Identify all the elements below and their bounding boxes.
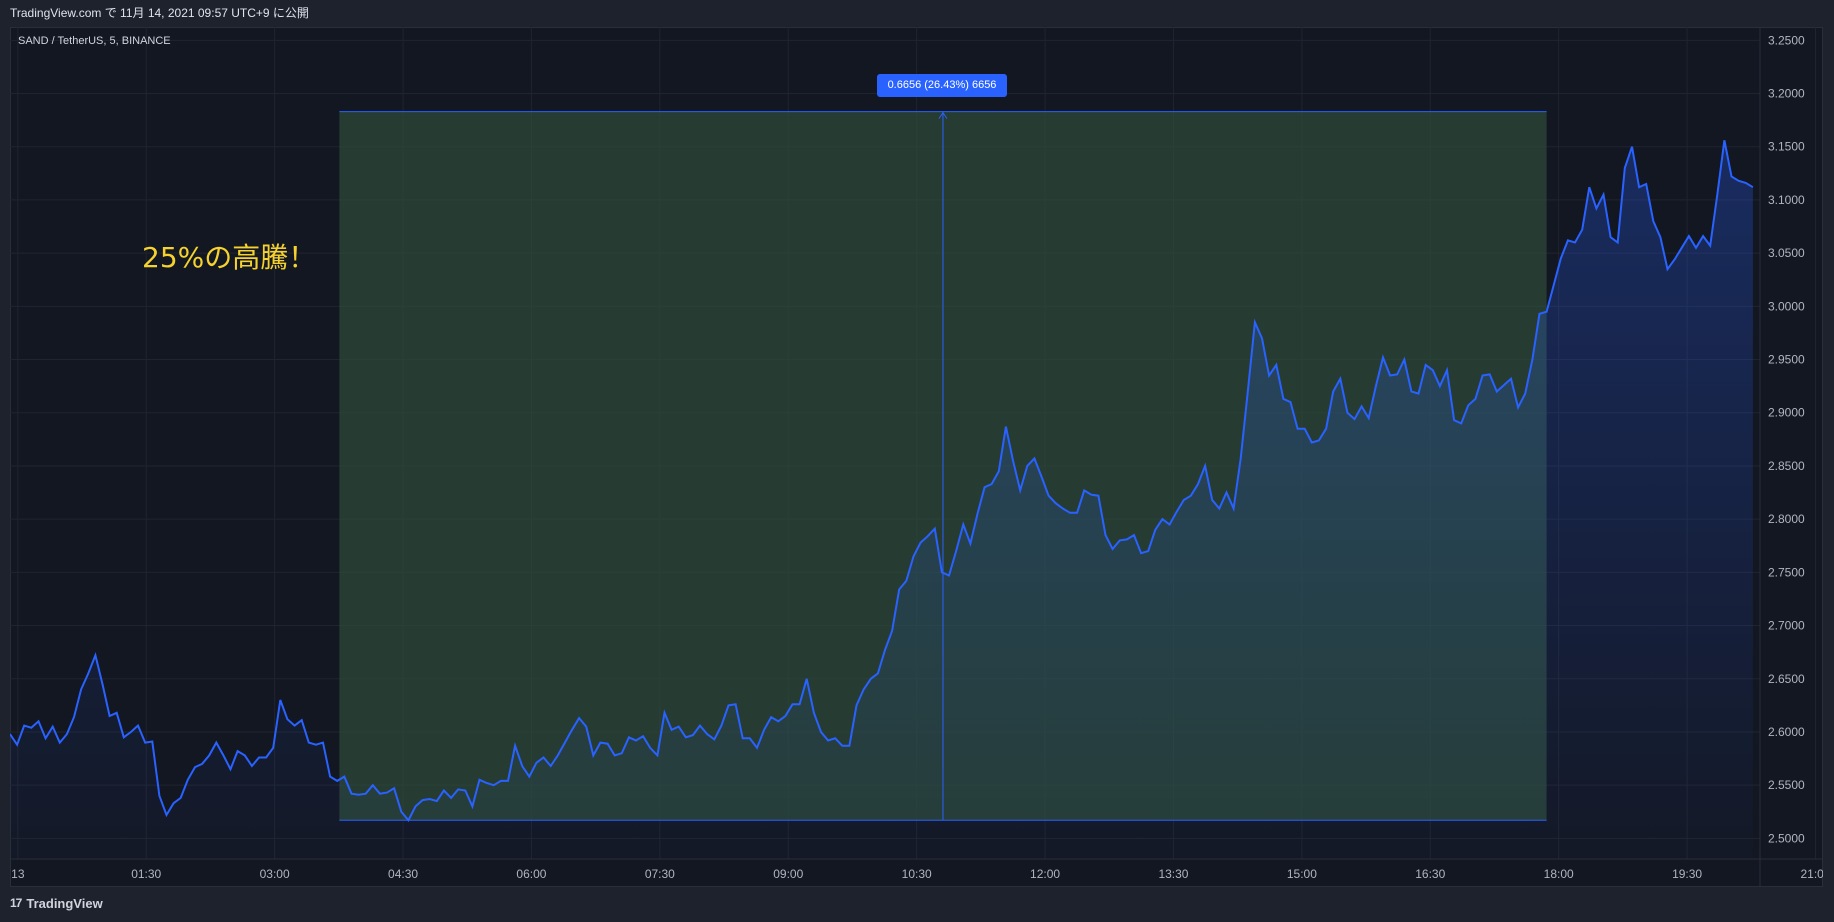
x-tick-label: 13:30 bbox=[1158, 867, 1188, 881]
y-tick-label: 2.7500 bbox=[1768, 565, 1805, 579]
tradingview-logo-icon: 17 bbox=[10, 896, 22, 910]
y-tick-label: 2.7000 bbox=[1768, 619, 1805, 633]
price-chart[interactable]: 3.2500 3.2000 3.1500 3.1000 3.0500 3.0000 2.95… bbox=[10, 27, 1823, 887]
x-tick-label: 03:00 bbox=[260, 867, 290, 881]
y-tick-label: 2.8500 bbox=[1768, 459, 1805, 473]
footer-brand[interactable]: 17 TradingView bbox=[10, 893, 103, 913]
y-tick-label: 2.6000 bbox=[1768, 725, 1805, 739]
y-tick-label: 2.8000 bbox=[1768, 512, 1805, 526]
brand-label: TradingView bbox=[26, 895, 103, 911]
x-tick-label: 15:00 bbox=[1287, 867, 1317, 881]
measure-label: 0.6656 (26.43%) 6656 bbox=[877, 74, 1007, 97]
y-tick-label: 2.9500 bbox=[1768, 353, 1805, 367]
x-tick-label: 16:30 bbox=[1415, 867, 1445, 881]
y-tick-label: 3.2500 bbox=[1768, 33, 1805, 47]
y-tick-label: 2.5500 bbox=[1768, 778, 1805, 792]
x-tick-label: 09:00 bbox=[773, 867, 803, 881]
y-tick-label: 3.2000 bbox=[1768, 87, 1805, 101]
annotation-text: 25%の高騰！ bbox=[142, 241, 317, 274]
x-tick-label: 01:30 bbox=[131, 867, 161, 881]
x-tick-label: 10:30 bbox=[902, 867, 932, 881]
y-tick-label: 3.1000 bbox=[1768, 193, 1805, 207]
y-tick-label: 3.0500 bbox=[1768, 246, 1805, 260]
price-axis: 3.2500 3.2000 3.1500 3.1000 3.0500 3.0000 2.95… bbox=[1759, 27, 1805, 887]
x-tick-label: 04:30 bbox=[388, 867, 418, 881]
x-tick-label: 12:00 bbox=[1030, 867, 1060, 881]
y-tick-label: 2.5000 bbox=[1768, 831, 1805, 845]
publish-header: TradingView.com で 11月 14, 2021 09:57 UTC… bbox=[0, 0, 1834, 27]
x-tick-label: 13 bbox=[11, 867, 25, 881]
x-tick-label: 21:00 bbox=[1800, 867, 1823, 881]
x-tick-label: 19:30 bbox=[1672, 867, 1702, 881]
x-tick-label: 06:00 bbox=[516, 867, 546, 881]
x-tick-label: 18:00 bbox=[1544, 867, 1574, 881]
symbol-label: SAND / TetherUS, 5, BINANCE bbox=[18, 35, 171, 47]
y-tick-label: 3.0000 bbox=[1768, 299, 1805, 313]
x-tick-label: 07:30 bbox=[645, 867, 675, 881]
y-tick-label: 2.6500 bbox=[1768, 672, 1805, 686]
time-axis: 13 01:30 03:00 04:30 06:00 07:30 09:00 10:30 12:… bbox=[10, 858, 1823, 881]
y-tick-label: 2.9000 bbox=[1768, 406, 1805, 420]
y-tick-label: 3.1500 bbox=[1768, 140, 1805, 154]
